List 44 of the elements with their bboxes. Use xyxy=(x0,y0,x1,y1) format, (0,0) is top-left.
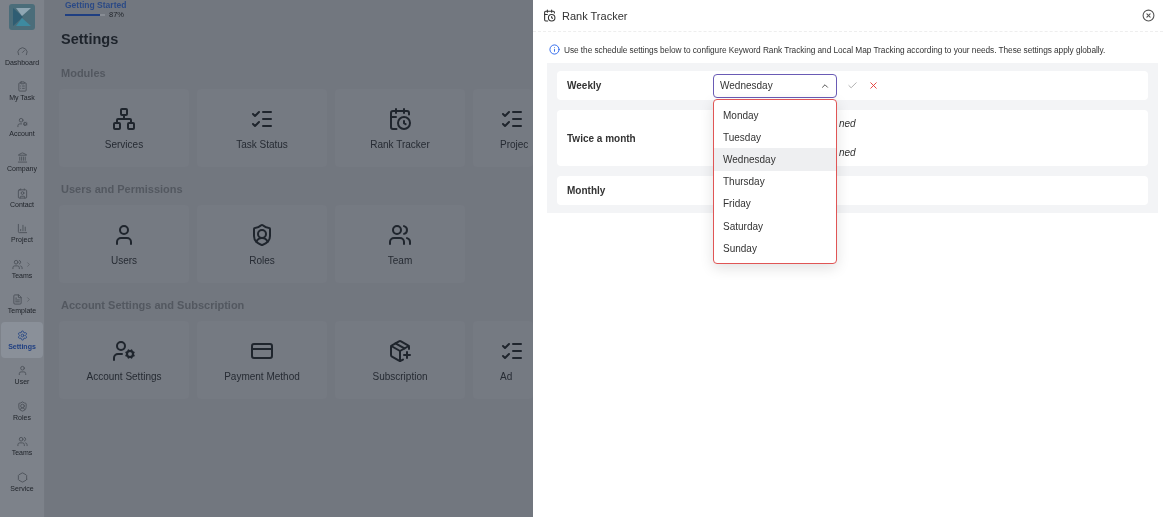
page-title: Settings xyxy=(61,31,120,47)
schedule-label: Twice a month xyxy=(566,132,637,144)
users-icon xyxy=(388,222,412,247)
day-option[interactable]: Saturday xyxy=(714,214,836,238)
schedule-label: Weekly xyxy=(566,80,603,91)
chevron-right-icon xyxy=(25,260,32,268)
day-option[interactable]: Tuesday xyxy=(714,126,836,149)
close-button[interactable] xyxy=(1142,9,1155,22)
drawer-title: Rank Tracker xyxy=(562,9,629,22)
users-icon xyxy=(16,436,28,448)
user-gear-icon xyxy=(112,338,136,363)
network-icon xyxy=(112,106,136,131)
calendar-clock-icon xyxy=(388,106,412,131)
confirm-button[interactable] xyxy=(847,80,858,91)
contact-icon xyxy=(16,187,28,199)
schedule-label: Monthly xyxy=(566,185,607,196)
day-option[interactable]: Monday xyxy=(714,104,836,127)
shield-icon xyxy=(250,222,274,247)
day-option[interactable]: Thursday xyxy=(714,170,836,193)
calendar-clock-icon xyxy=(543,9,556,22)
gauge-icon xyxy=(16,45,28,57)
day-select[interactable]: Wednesday xyxy=(713,73,837,98)
document-icon xyxy=(12,294,23,306)
user-gear-icon xyxy=(16,116,28,128)
chart-icon xyxy=(16,223,28,235)
progress-title: Getting Started xyxy=(65,0,128,10)
shield-icon xyxy=(16,400,28,412)
chevron-right-icon xyxy=(25,296,32,304)
clipboard-icon xyxy=(16,81,28,93)
users-icon xyxy=(12,258,23,270)
info-text: Use the schedule settings below to configure Keyword Rank Tracking and Local Map Tracking according to your needs. These settings apply globally. xyxy=(564,44,1106,55)
package-plus-icon xyxy=(388,338,412,363)
hexagon-icon xyxy=(16,471,28,483)
cancel-button[interactable] xyxy=(868,80,879,91)
user-icon xyxy=(16,365,28,377)
gear-icon xyxy=(16,329,28,341)
bank-icon xyxy=(16,152,28,164)
day-option[interactable]: Friday xyxy=(714,192,836,215)
info-icon xyxy=(549,44,560,55)
day-option[interactable]: Sunday xyxy=(714,237,836,260)
day-option[interactable]: Wednesday xyxy=(714,148,836,171)
schedule-text: ned xyxy=(839,147,856,158)
logo-icon xyxy=(9,4,35,30)
schedule-text: ned xyxy=(839,118,856,129)
